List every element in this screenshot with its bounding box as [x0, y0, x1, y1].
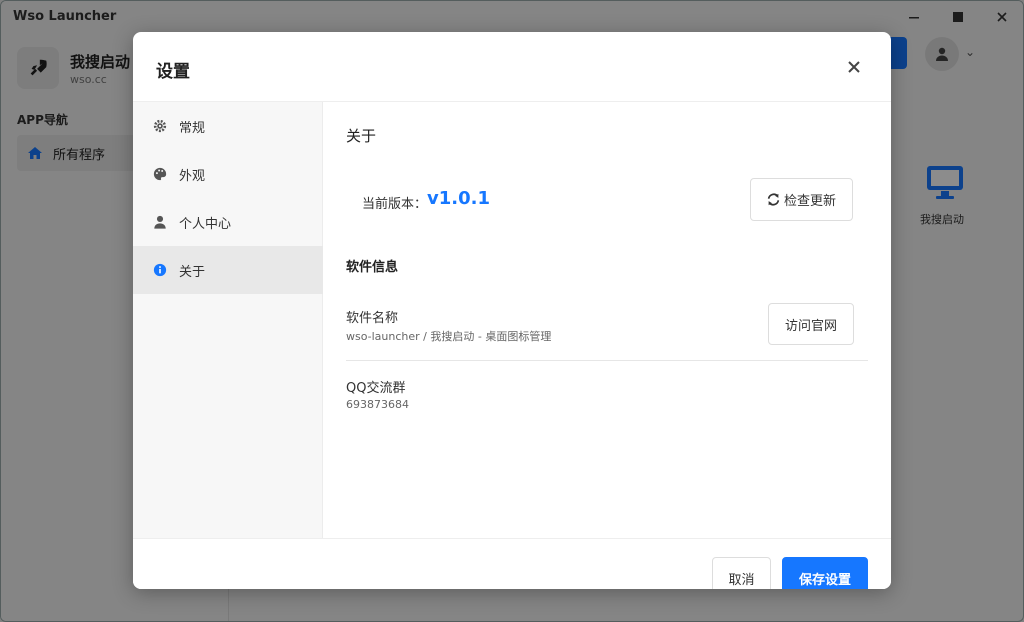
settings-dialog: 设置 常规 外观 个人中心 关于 关于 当前版本： v1.0.1 检查更新 软件…	[133, 32, 891, 589]
visit-website-button[interactable]: 访问官网	[768, 303, 854, 345]
software-name-value: wso-launcher / 我搜启动 - 桌面图标管理	[346, 330, 552, 343]
menu-item-label: 关于	[179, 264, 206, 280]
about-panel: 关于 当前版本： v1.0.1 检查更新 软件信息 软件名称 wso-launc…	[323, 102, 891, 538]
info-icon	[153, 263, 167, 277]
save-settings-button[interactable]: 保存设置	[782, 557, 868, 589]
user-icon	[154, 215, 166, 229]
menu-item-general[interactable]: 常规	[133, 102, 323, 150]
version-value: v1.0.1	[427, 188, 490, 209]
menu-item-about[interactable]: 关于	[133, 246, 323, 294]
menu-item-label: 外观	[179, 168, 206, 184]
divider	[346, 360, 868, 361]
cancel-button[interactable]: 取消	[712, 557, 771, 589]
menu-item-label: 个人中心	[179, 216, 232, 232]
menu-item-appearance[interactable]: 外观	[133, 150, 323, 198]
software-info-title: 软件信息	[346, 260, 399, 275]
palette-icon	[153, 167, 167, 181]
settings-menu: 常规 外观 个人中心 关于	[133, 102, 323, 538]
version-label: 当前版本：	[362, 197, 428, 212]
dialog-close-button[interactable]	[841, 54, 867, 80]
gear-icon	[153, 119, 167, 133]
menu-item-label: 常规	[179, 120, 206, 136]
close-icon	[848, 61, 860, 73]
menu-item-profile[interactable]: 个人中心	[133, 198, 323, 246]
dialog-header: 设置	[133, 32, 891, 102]
software-name-label: 软件名称	[346, 311, 399, 326]
refresh-icon	[767, 193, 780, 206]
qq-group-label: QQ交流群	[346, 381, 406, 396]
qq-group-value: 693873684	[346, 398, 409, 411]
dialog-title: 设置	[156, 62, 190, 82]
check-update-label: 检查更新	[783, 194, 836, 209]
check-update-button[interactable]: 检查更新	[750, 178, 853, 221]
section-title: 关于	[346, 127, 377, 145]
dialog-footer: 取消 保存设置	[133, 538, 891, 589]
